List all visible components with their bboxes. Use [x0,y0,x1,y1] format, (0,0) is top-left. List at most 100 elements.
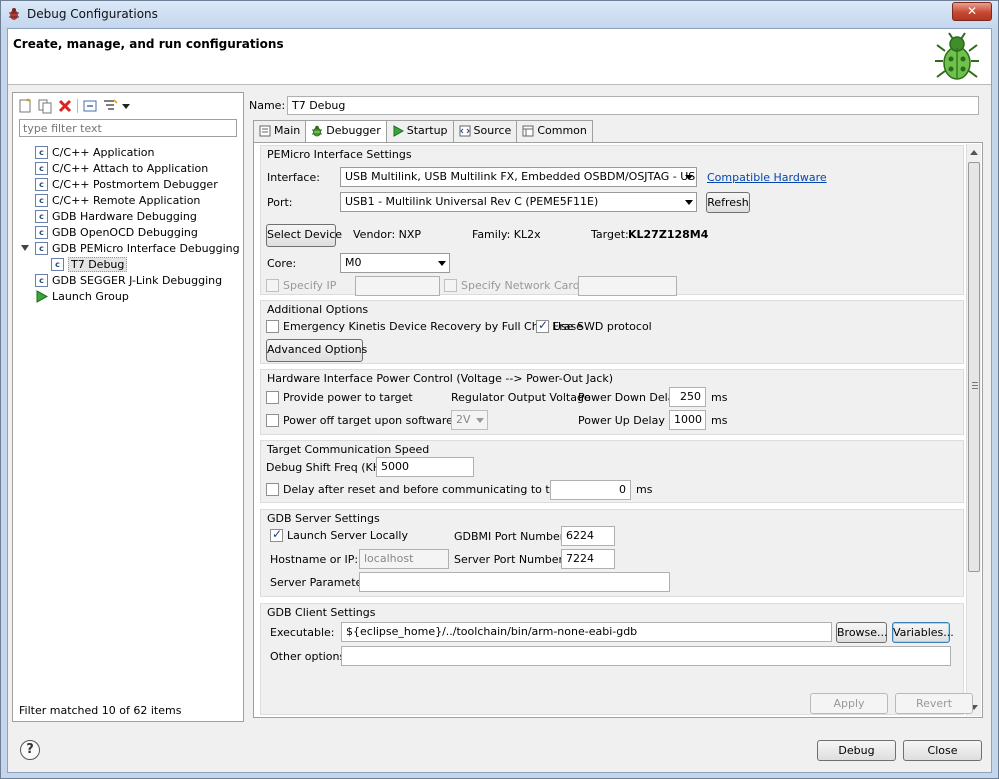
additional-options-group: Additional Options Emergency Kinetis Dev… [260,300,964,364]
c-file-icon: c [35,145,48,159]
tree-item-gdb-pemicro[interactable]: c GDB PEMicro Interface Debugging [35,240,240,256]
specify-ip-checkbox[interactable]: Specify IP [266,279,336,292]
tab-common[interactable]: Common [516,120,593,142]
family-text: Family: KL2x [472,228,541,241]
checkbox-box-checked [270,527,283,542]
checkbox-label: Specify Network Card IP [461,279,594,292]
gdbmi-port-input[interactable]: 6224 [561,526,615,546]
debug-button[interactable]: Debug [817,740,896,761]
port-select[interactable]: USB1 - Multilink Universal Rev C (PEME5F… [340,192,697,212]
new-configuration-icon[interactable] [17,98,33,114]
checkbox-box [266,279,279,292]
specify-network-card-ip-checkbox[interactable]: Specify Network Card IP [444,279,593,292]
source-tab-icon [459,125,471,137]
checkbox-box [266,320,279,333]
gdb-server-group: GDB Server Settings Launch Server Locall… [260,509,964,597]
tree-item-cpp-postmortem[interactable]: c C/C++ Postmortem Debugger [35,176,218,192]
other-options-input[interactable] [341,646,951,666]
tree-item-label: GDB PEMicro Interface Debugging [52,241,240,255]
launch-server-locally-checkbox[interactable]: Launch Server Locally [270,527,408,542]
scroll-up-arrow-icon[interactable] [970,150,978,155]
provide-power-checkbox[interactable]: Provide power to target [266,391,413,404]
revert-button[interactable]: Revert [895,693,973,714]
variables-button[interactable]: Variables... [892,622,954,643]
c-file-icon: c [35,273,48,287]
hostname-input[interactable]: localhost [359,549,449,569]
configuration-tree-pane: c C/C++ Application c C/C++ Attach to Ap… [12,92,244,722]
help-icon[interactable]: ? [20,740,40,760]
tree-item-label: C/C++ Attach to Application [52,161,209,175]
banner-title: Create, manage, and run configurations [13,37,284,51]
interface-select-value: USB Multilink, USB Multilink FX, Embedde… [345,170,697,183]
c-file-icon: c [35,193,48,207]
power-down-delay-input[interactable]: 250 [669,387,706,407]
power-up-delay-input[interactable]: 1000 [669,410,706,430]
name-input[interactable]: T7 Debug [287,96,979,115]
title-bar[interactable]: Debug Configurations ✕ [1,1,998,28]
pemicro-interface-group: PEMicro Interface Settings Interface: US… [260,145,964,296]
filter-input[interactable] [19,119,237,137]
ip-input[interactable] [355,276,440,296]
scrollbar-thumb[interactable] [968,162,980,572]
core-select[interactable]: M0 [340,253,450,273]
tree-item-launch-group[interactable]: Launch Group [35,288,129,304]
window-close-button[interactable]: ✕ [952,2,992,21]
duplicate-icon[interactable] [37,98,53,114]
refresh-button[interactable]: Refresh [706,192,750,213]
executable-input[interactable]: ${eclipse_home}/../toolchain/bin/arm-non… [341,622,832,642]
tree-item-t7-debug[interactable]: c T7 Debug [51,256,128,272]
tab-label: Source [473,124,512,137]
dropdown-arrow-icon [685,175,693,180]
tab-source[interactable]: Source [452,120,518,142]
advanced-options-button[interactable]: Advanced Options [266,339,367,362]
delay-after-reset-checkbox[interactable]: Delay after reset and before communicati… [266,483,597,496]
delete-icon[interactable] [57,98,73,114]
interface-select[interactable]: USB Multilink, USB Multilink FX, Embedde… [340,167,697,187]
core-select-value: M0 [345,256,362,269]
filter-icon[interactable] [102,98,118,114]
select-device-button[interactable]: Select Device [266,224,342,247]
gdbmi-port-label: GDBMI Port Number: [454,530,568,543]
use-swd-checkbox[interactable]: Use SWD protocol [536,318,652,333]
checkbox-label: Launch Server Locally [287,529,408,542]
browse-button[interactable]: Browse... [836,622,888,643]
regulator-voltage-select[interactable]: 2V [451,410,488,430]
tab-startup[interactable]: Startup [385,120,454,142]
name-label: Name: [249,99,286,112]
tree-item-cpp-application[interactable]: c C/C++ Application [35,144,154,160]
collapse-all-icon[interactable] [82,98,98,114]
apply-button[interactable]: Apply [810,693,888,714]
regulator-label: Regulator Output Voltage [451,391,591,404]
tab-main[interactable]: Main [253,120,307,142]
network-card-ip-input[interactable] [578,276,677,296]
interface-label: Interface: [267,171,320,184]
server-port-input[interactable]: 7224 [561,549,615,569]
tab-debugger[interactable]: Debugger [305,120,387,143]
tree-item-gdb-openocd[interactable]: c GDB OpenOCD Debugging [35,224,198,240]
tree-item-gdb-segger[interactable]: c GDB SEGGER J-Link Debugging [35,272,222,288]
tree-item-cpp-attach[interactable]: c C/C++ Attach to Application [35,160,208,176]
close-button[interactable]: Close [903,740,982,761]
tab-label: Startup [406,124,448,137]
checkbox-box-checked [536,318,549,333]
tree-item-cpp-remote[interactable]: c C/C++ Remote Application [35,192,200,208]
bug-tab-icon [312,125,323,137]
configuration-editor: Name: T7 Debug Main Debugger Startup Sou… [249,92,989,722]
expand-arrow-icon[interactable] [21,245,29,251]
scrollbar-grip-icon [972,382,978,389]
checkbox-box [266,414,279,427]
vertical-scrollbar[interactable] [966,144,981,716]
launch-group-icon [36,289,48,303]
delay-after-reset-input[interactable]: 0 [550,480,631,500]
shift-freq-input[interactable]: 5000 [376,457,474,477]
tree-item-label: GDB OpenOCD Debugging [52,225,198,239]
compatible-hardware-link[interactable]: Compatible Hardware [707,171,827,184]
filter-dropdown-arrow-icon[interactable] [122,103,130,109]
main-tab-icon [259,125,271,137]
power-off-on-exit-checkbox[interactable]: Power off target upon software exit [266,414,477,427]
checkbox-label: Power off target upon software exit [283,414,477,427]
server-parameters-input[interactable] [359,572,670,592]
c-file-icon: c [35,177,48,191]
port-select-value: USB1 - Multilink Universal Rev C (PEME5F… [345,195,599,208]
tree-item-gdb-hardware[interactable]: c GDB Hardware Debugging [35,208,197,224]
